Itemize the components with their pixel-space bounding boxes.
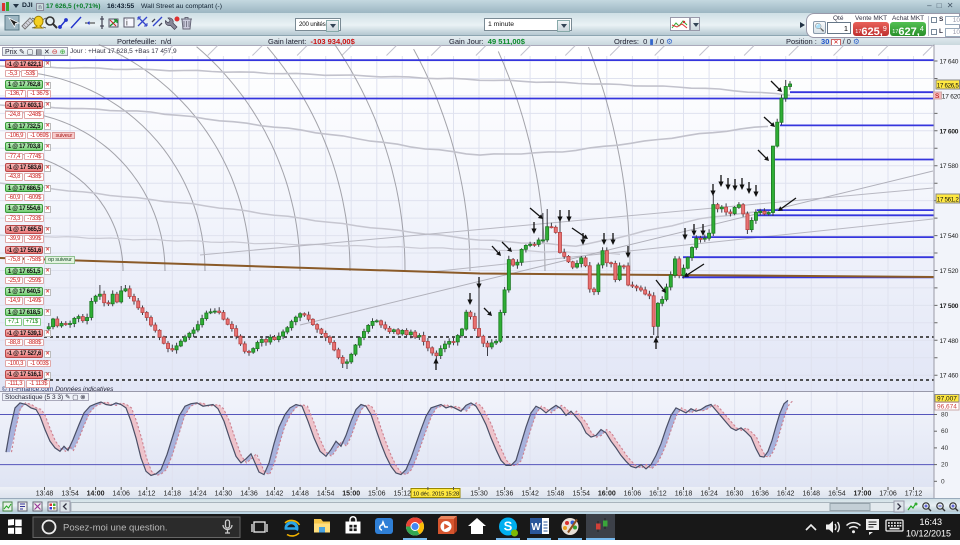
svg-text:14:12: 14:12 [138, 491, 156, 498]
svg-text:16:06: 16:06 [624, 491, 642, 498]
svg-text:15:54: 15:54 [573, 491, 591, 498]
svg-text:W: W [531, 522, 541, 533]
svg-text:16:43: 16:43 [919, 517, 942, 527]
svg-text:16:42: 16:42 [777, 491, 795, 498]
svg-text:17 500: 17 500 [940, 303, 959, 310]
svg-text:15:06: 15:06 [368, 491, 386, 498]
svg-text:40: 40 [941, 445, 949, 452]
svg-text:96,674: 96,674 [937, 404, 957, 411]
svg-text:17 561,2: 17 561,2 [937, 196, 960, 203]
svg-text:14:00: 14:00 [87, 491, 105, 498]
svg-text:14:24: 14:24 [189, 491, 207, 498]
svg-text:S: S [935, 93, 940, 100]
svg-text:60: 60 [941, 428, 949, 435]
svg-text:15:00: 15:00 [342, 491, 360, 498]
svg-text:15:48: 15:48 [547, 491, 565, 498]
svg-text:15:36: 15:36 [496, 491, 514, 498]
svg-text:20: 20 [941, 462, 949, 469]
svg-text:14:30: 14:30 [215, 491, 233, 498]
svg-text:14:18: 14:18 [164, 491, 182, 498]
svg-text:16:18: 16:18 [675, 491, 693, 498]
svg-text:10 déc. 2015 15:28: 10 déc. 2015 15:28 [413, 491, 459, 497]
svg-text:17 640: 17 640 [940, 59, 959, 66]
svg-text:17 540: 17 540 [940, 233, 959, 240]
svg-text:14:48: 14:48 [291, 491, 309, 498]
svg-text:14:06: 14:06 [112, 491, 130, 498]
svg-text:17 520: 17 520 [940, 268, 959, 275]
svg-text:16:36: 16:36 [751, 491, 769, 498]
svg-text:16:54: 16:54 [828, 491, 846, 498]
svg-text:16:12: 16:12 [649, 491, 667, 498]
svg-text:17:00: 17:00 [853, 491, 871, 498]
svg-text:80: 80 [941, 412, 949, 419]
svg-text:15:42: 15:42 [521, 491, 539, 498]
svg-text:97,007: 97,007 [937, 396, 957, 403]
svg-text:16:48: 16:48 [803, 491, 821, 498]
svg-text:17 480: 17 480 [940, 338, 959, 345]
svg-text:14:54: 14:54 [317, 491, 335, 498]
svg-text:15:12: 15:12 [394, 491, 412, 498]
svg-text:10/12/2015: 10/12/2015 [906, 529, 951, 539]
svg-text:17 460: 17 460 [940, 373, 959, 380]
svg-text:17:06: 17:06 [879, 491, 897, 498]
svg-text:14:36: 14:36 [240, 491, 258, 498]
svg-text:13:54: 13:54 [61, 491, 79, 498]
svg-text:17 580: 17 580 [940, 163, 959, 170]
svg-text:14:42: 14:42 [266, 491, 284, 498]
svg-text:17 620: 17 620 [942, 93, 960, 100]
svg-text:17 600: 17 600 [940, 128, 959, 135]
svg-text:15:30: 15:30 [470, 491, 488, 498]
svg-text:S: S [504, 519, 513, 534]
svg-text:16:30: 16:30 [726, 491, 744, 498]
svg-text:16:00: 16:00 [598, 491, 616, 498]
svg-text:Posez-moi une question.: Posez-moi une question. [63, 523, 168, 534]
svg-text:13:48: 13:48 [36, 491, 54, 498]
svg-text:17 626,5: 17 626,5 [937, 82, 960, 89]
svg-text:17:12: 17:12 [905, 491, 923, 498]
svg-text:16:24: 16:24 [700, 491, 718, 498]
svg-text:0: 0 [941, 478, 945, 485]
